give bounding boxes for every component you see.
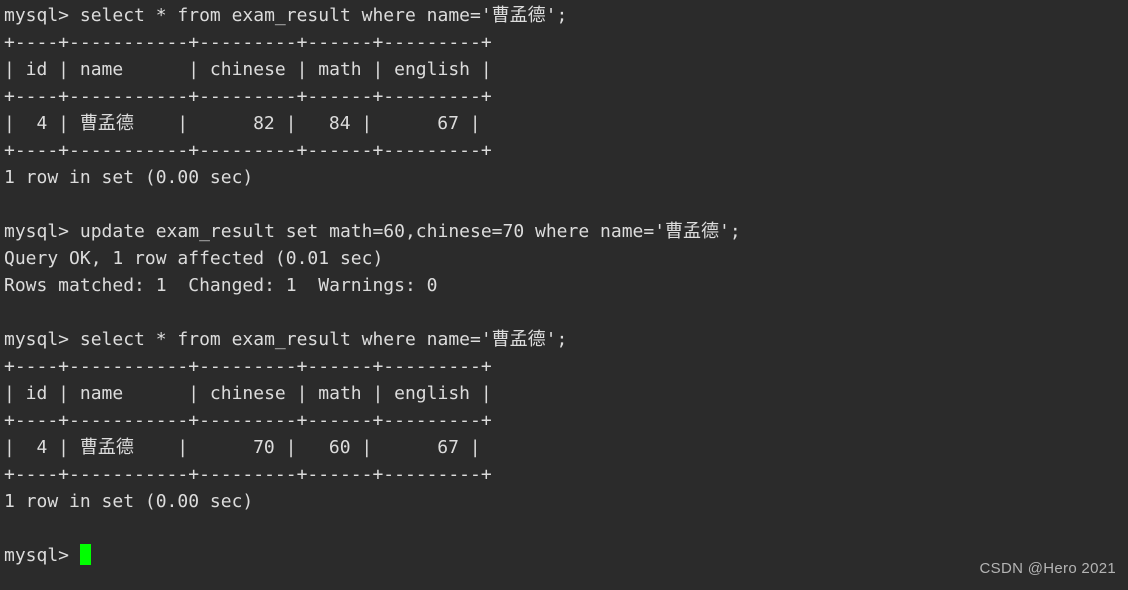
- terminal-line-blank-3: [4, 515, 1128, 542]
- terminal-line-rows-matched: Rows matched: 1 Changed: 1 Warnings: 0: [4, 275, 438, 296]
- terminal-output: mysql> select * from exam_result where n…: [0, 0, 1128, 569]
- terminal-line-sep-top-2: +----+-----------+---------+------+-----…: [4, 356, 492, 377]
- terminal-line-result-2: 1 row in set (0.00 sec): [4, 491, 254, 512]
- terminal-line-sep-mid-1: +----+-----------+---------+------+-----…: [4, 86, 492, 107]
- text-cursor: [79, 544, 91, 565]
- terminal-line-sep-top-1: +----+-----------+---------+------+-----…: [4, 32, 492, 53]
- terminal-line-row-1: | 4 | 曹孟德 | 82 | 84 | 67 |: [4, 113, 481, 134]
- terminal-line-result-1: 1 row in set (0.00 sec): [4, 167, 254, 188]
- watermark: CSDN @Hero 2021: [979, 560, 1116, 577]
- terminal-line-cmd-select-2: mysql> select * from exam_result where n…: [4, 329, 568, 350]
- terminal-line-sep-bot-2: +----+-----------+---------+------+-----…: [4, 464, 492, 485]
- terminal-line-header-1: | id | name | chinese | math | english |: [4, 59, 492, 80]
- terminal-line-sep-bot-1: +----+-----------+---------+------+-----…: [4, 140, 492, 161]
- terminal-line-sep-mid-2: +----+-----------+---------+------+-----…: [4, 410, 492, 431]
- terminal-line-query-ok: Query OK, 1 row affected (0.01 sec): [4, 248, 384, 269]
- terminal-window[interactable]: mysql> select * from exam_result where n…: [0, 0, 1128, 590]
- terminal-line-cmd-select-1: mysql> select * from exam_result where n…: [4, 5, 568, 26]
- terminal-line-blank-2: [4, 299, 1128, 326]
- terminal-line-cmd-update: mysql> update exam_result set math=60,ch…: [4, 221, 741, 242]
- terminal-line-prompt-active: mysql>: [4, 542, 1128, 569]
- terminal-line-row-2: | 4 | 曹孟德 | 70 | 60 | 67 |: [4, 437, 481, 458]
- terminal-line-header-2: | id | name | chinese | math | english |: [4, 383, 492, 404]
- terminal-line-blank-1: [4, 191, 1128, 218]
